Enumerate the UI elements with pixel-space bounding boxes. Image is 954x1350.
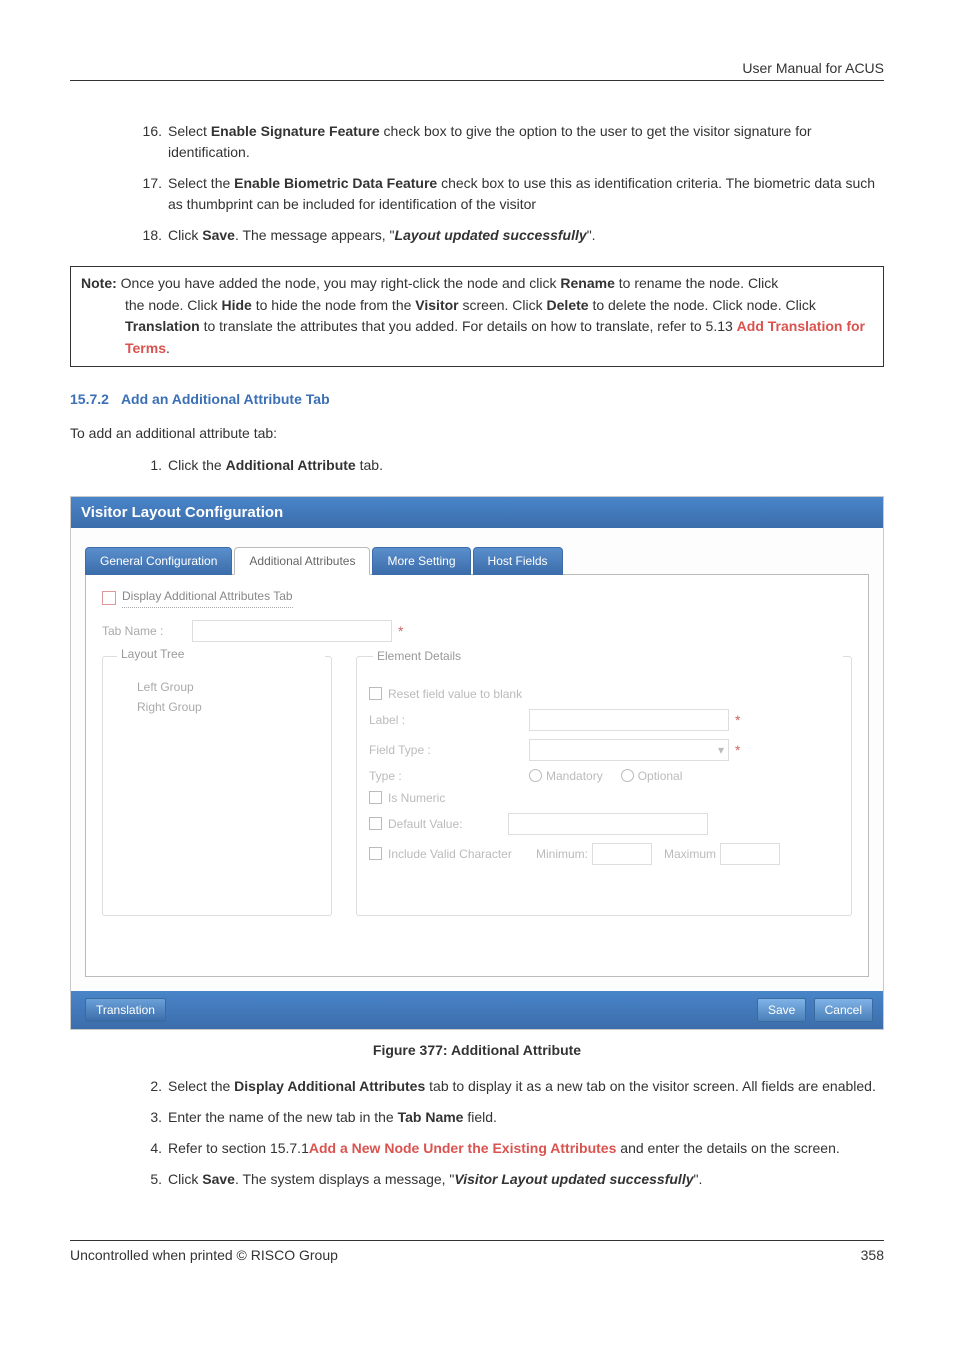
mandatory-label: Mandatory	[546, 769, 603, 783]
tab-panel: Display Additional Attributes Tab Tab Na…	[85, 574, 869, 977]
section-heading: 15.7.2 Add an Additional Attribute Tab	[70, 391, 884, 407]
figure-bottom-bar: Translation Save Cancel	[71, 991, 883, 1029]
footer-left: Uncontrolled when printed © RISCO Group	[70, 1247, 338, 1263]
tab-name-row: Tab Name : *	[102, 620, 852, 642]
item-number: 1.	[132, 455, 162, 476]
header-title: User Manual for ACUS	[70, 60, 884, 76]
item-number: 18.	[132, 225, 162, 246]
list-item: 17. Select the Enable Biometric Data Fea…	[132, 173, 884, 215]
list-item: 3. Enter the name of the new tab in the …	[132, 1107, 884, 1128]
translation-button[interactable]: Translation	[85, 998, 166, 1022]
tab-host-fields[interactable]: Host Fields	[473, 547, 563, 575]
footer-page-number: 358	[861, 1247, 884, 1263]
page-footer: Uncontrolled when printed © RISCO Group …	[70, 1240, 884, 1263]
maximum-label: Maximum	[664, 847, 716, 861]
fieldtype-select[interactable]: ▾	[529, 739, 729, 761]
label-label: Label :	[369, 713, 529, 727]
note-box: Note: Once you have added the node, you …	[70, 266, 884, 367]
reset-checkbox[interactable]	[369, 687, 382, 700]
list-item: 18. Click Save. The message appears, "La…	[132, 225, 884, 246]
element-details-legend: Element Details	[373, 649, 843, 663]
layout-tree-panel: Layout Tree Left Group Right Group	[102, 656, 332, 916]
tab-general-configuration[interactable]: General Configuration	[85, 547, 232, 575]
item-number: 4.	[132, 1138, 162, 1159]
item-number: 3.	[132, 1107, 162, 1128]
minimum-input[interactable]	[592, 843, 652, 865]
tab-more-setting[interactable]: More Setting	[372, 547, 470, 575]
tab-name-input[interactable]	[192, 620, 392, 642]
list-item: 2. Select the Display Additional Attribu…	[132, 1076, 884, 1097]
figure-caption: Figure 377: Additional Attribute	[70, 1042, 884, 1058]
required-marker: *	[735, 742, 740, 758]
item-number: 17.	[132, 173, 162, 215]
tabs-row: General Configuration Additional Attribu…	[85, 546, 869, 574]
required-marker: *	[398, 623, 403, 639]
fieldtype-label: Field Type :	[369, 743, 529, 757]
required-marker: *	[735, 712, 740, 728]
minimum-label: Minimum:	[536, 847, 588, 861]
label-input[interactable]	[529, 709, 729, 731]
layout-tree-legend: Layout Tree	[117, 647, 325, 661]
mandatory-radio[interactable]	[529, 769, 542, 782]
note-label: Note:	[81, 275, 117, 291]
tab-additional-attributes[interactable]: Additional Attributes	[234, 547, 370, 575]
figure-screenshot: Visitor Layout Configuration General Con…	[70, 496, 884, 1030]
isnumeric-checkbox[interactable]	[369, 791, 382, 804]
cancel-button[interactable]: Cancel	[814, 998, 873, 1022]
list-item: 5. Click Save. The system displays a mes…	[132, 1169, 884, 1190]
chevron-down-icon: ▾	[718, 743, 724, 757]
tree-item-left-group[interactable]: Left Group	[137, 677, 321, 697]
list-item: 1. Click the Additional Attribute tab.	[132, 455, 884, 476]
item-number: 2.	[132, 1076, 162, 1097]
ordered-list-2: 2. Select the Display Additional Attribu…	[132, 1076, 884, 1190]
defaultvalue-label: Default Value:	[388, 817, 508, 831]
display-attributes-checkbox-row: Display Additional Attributes Tab	[102, 589, 852, 608]
type-label: Type :	[369, 769, 529, 783]
ordered-list-1: 16. Select Enable Signature Feature chec…	[132, 121, 884, 246]
defaultvalue-checkbox[interactable]	[369, 817, 382, 830]
optional-radio[interactable]	[621, 769, 634, 782]
item-number: 5.	[132, 1169, 162, 1190]
reset-label: Reset field value to blank	[388, 687, 522, 701]
includevalid-label: Include Valid Character	[388, 847, 528, 861]
maximum-input[interactable]	[720, 843, 780, 865]
step-list: 1. Click the Additional Attribute tab.	[132, 455, 884, 476]
display-attributes-checkbox[interactable]	[102, 591, 116, 605]
list-item: 4. Refer to section 15.7.1Add a New Node…	[132, 1138, 884, 1159]
list-item: 16. Select Enable Signature Feature chec…	[132, 121, 884, 163]
figure-title-bar: Visitor Layout Configuration	[71, 497, 883, 528]
includevalid-checkbox[interactable]	[369, 847, 382, 860]
defaultvalue-input[interactable]	[508, 813, 708, 835]
link-add-new-node[interactable]: Add a New Node Under the Existing Attrib…	[309, 1140, 617, 1156]
section-title-text: Add an Additional Attribute Tab	[121, 391, 330, 407]
optional-label: Optional	[638, 769, 683, 783]
section-number: 15.7.2	[70, 391, 109, 407]
element-details-panel: Element Details Reset field value to bla…	[356, 656, 852, 916]
item-number: 16.	[132, 121, 162, 163]
tree-item-right-group[interactable]: Right Group	[137, 697, 321, 717]
display-attributes-label: Display Additional Attributes Tab	[122, 589, 293, 608]
intro-text: To add an additional attribute tab:	[70, 425, 884, 441]
isnumeric-label: Is Numeric	[388, 791, 445, 805]
tab-name-label: Tab Name :	[102, 624, 192, 638]
save-button[interactable]: Save	[757, 998, 806, 1022]
page-header: User Manual for ACUS	[70, 60, 884, 81]
